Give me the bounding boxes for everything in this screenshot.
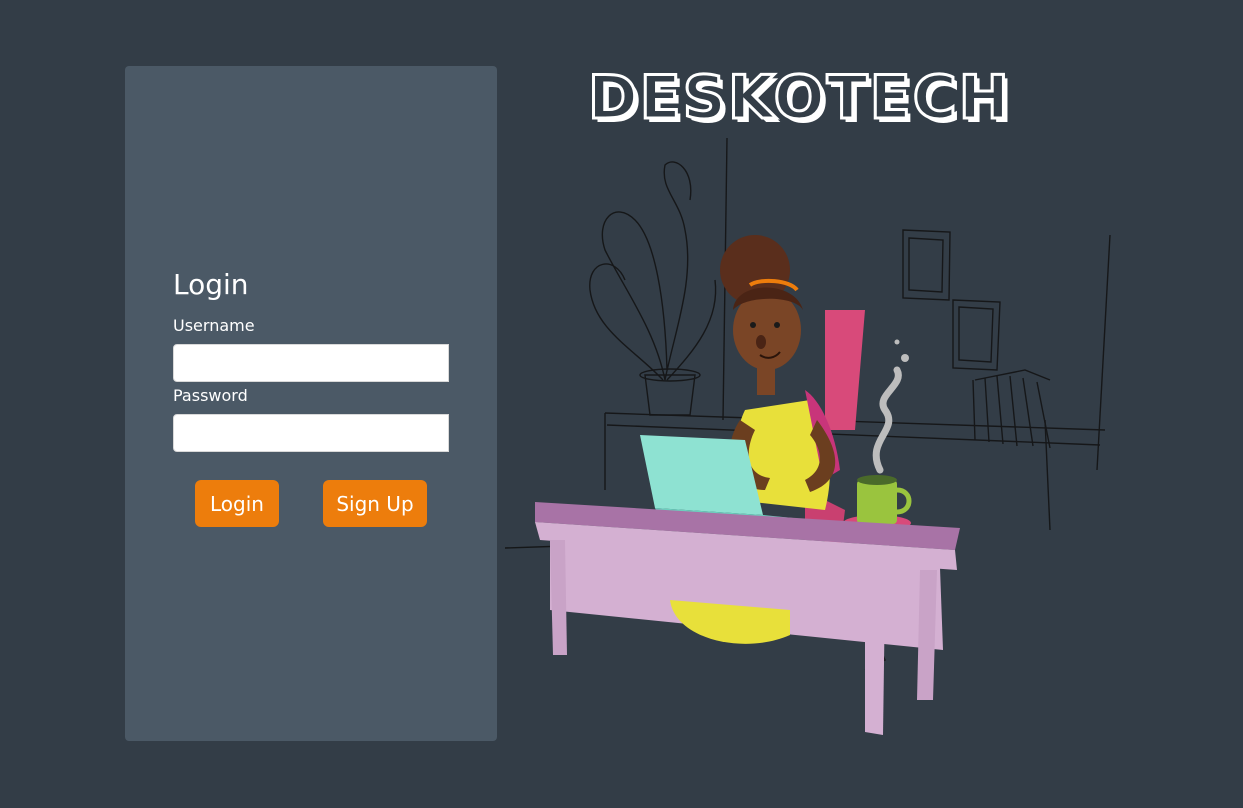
username-input[interactable] xyxy=(173,344,449,382)
signup-button[interactable]: Sign Up xyxy=(323,480,427,527)
login-title: Login xyxy=(173,268,249,301)
woman-working-at-desk-illustration xyxy=(505,137,1111,735)
page: Login Username Password Login Sign Up DE… xyxy=(0,0,1243,808)
login-panel: Login Username Password Login Sign Up xyxy=(125,66,497,741)
password-input[interactable] xyxy=(173,414,449,452)
username-label: Username xyxy=(173,316,255,335)
brand-logo: DESKOTECH xyxy=(587,62,1011,135)
login-button[interactable]: Login xyxy=(195,480,279,527)
password-label: Password xyxy=(173,386,248,405)
